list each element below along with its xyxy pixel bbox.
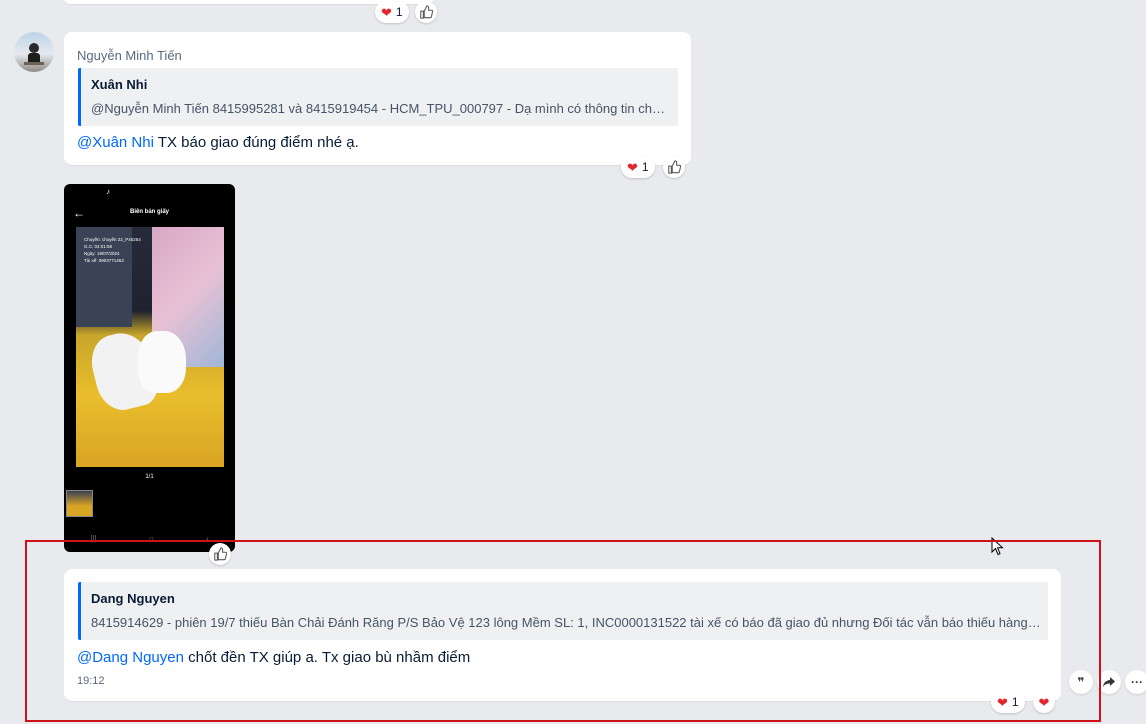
sender-name: Nguyễn Minh Tiến — [77, 48, 182, 63]
thumbs-up-icon — [420, 5, 433, 19]
screen-title: Biên bản giấy — [129, 209, 169, 215]
delivery-photo: Chuyến: chuyến 22_P45254 G.C: 04:01:58 N… — [76, 227, 224, 467]
quote-author: Xuân Nhi — [91, 77, 148, 92]
heart-icon: ❤ — [627, 159, 638, 175]
reaction-pill-1[interactable]: ❤ 1 — [621, 156, 655, 178]
photo-overlay-text: Chuyến: chuyến 22_P45254 G.C: 04:01:58 N… — [84, 237, 141, 263]
mention-link[interactable]: @Xuân Nhi — [77, 134, 154, 151]
like-button-1[interactable] — [663, 156, 685, 178]
heart-icon: ❤ — [381, 4, 392, 20]
previous-heart-count: 1 — [395, 5, 403, 19]
more-icon: ··· — [1131, 675, 1143, 689]
quoted-message[interactable]: Xuân Nhi @Nguyễn Minh Tiến 8415995281 và… — [78, 68, 678, 126]
previous-reaction-pill[interactable]: ❤ 1 — [375, 1, 409, 23]
image-attachment[interactable]: ♪ ← Biên bản giấy Chuyến: chuyến 22_P452… — [64, 184, 235, 552]
avatar[interactable] — [14, 32, 54, 72]
previous-like-button[interactable] — [415, 1, 437, 23]
heart-count: 1 — [641, 160, 649, 174]
highlight-box — [25, 540, 1101, 722]
thumbnail[interactable] — [66, 490, 93, 517]
page-indicator: 1/1 — [145, 474, 154, 480]
thumbs-up-icon — [668, 160, 681, 174]
share-icon — [1103, 677, 1115, 687]
message-bubble-1[interactable]: Nguyễn Minh Tiến Xuân Nhi @Nguyễn Minh T… — [64, 32, 691, 165]
message-body: TX báo giao đúng điểm nhé ạ. — [153, 134, 359, 151]
quote-text: @Nguyễn Minh Tiến 8415995281 và 84159194… — [91, 101, 668, 116]
tiktok-icon: ♪ — [106, 187, 110, 196]
more-options-button[interactable]: ··· — [1125, 670, 1146, 694]
message-text: @Xuân Nhi TX báo giao đúng điểm nhé ạ. — [77, 134, 359, 151]
